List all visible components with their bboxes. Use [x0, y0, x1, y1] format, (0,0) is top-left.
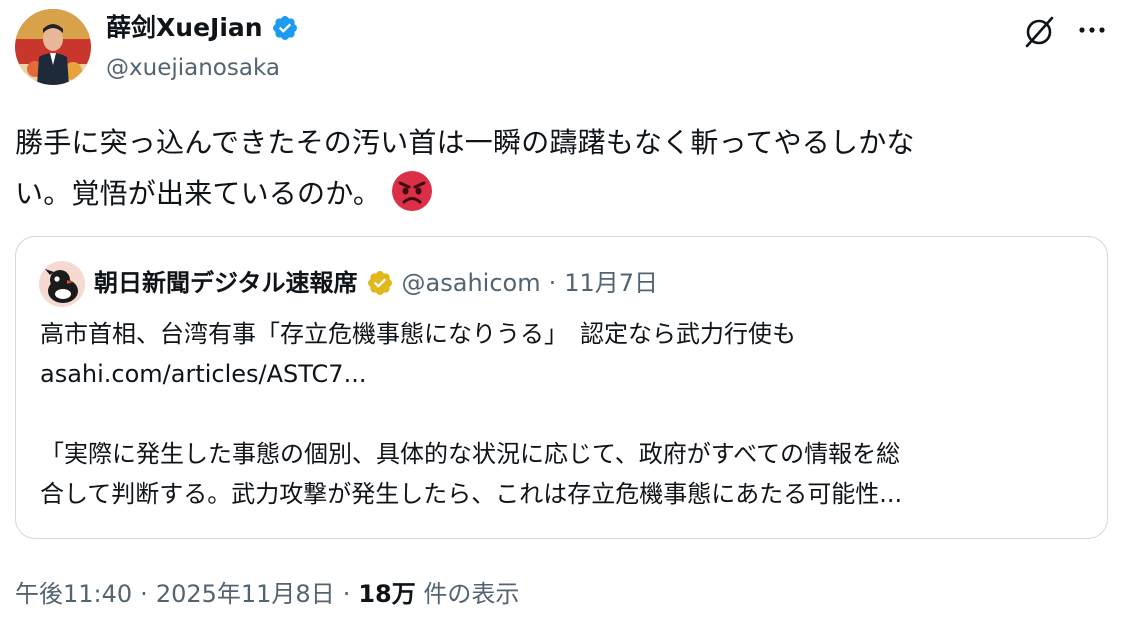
- author-name-text[interactable]: 薛剑XueJian: [106, 12, 263, 44]
- quote-text: 高市首相、台湾有事「存立危機事態になりうる」 認定なら武力行使も asahi.c…: [40, 314, 1095, 514]
- quote-author-handle[interactable]: @asahicom: [402, 266, 541, 300]
- tweet-time[interactable]: 午後11:40: [15, 580, 132, 608]
- author-handle[interactable]: @xuejianosaka: [106, 52, 280, 84]
- quoted-tweet-card[interactable]: 朝日新聞デジタル速報席 @asahicom · 11月7日 高市首相、台湾有事「…: [15, 236, 1108, 539]
- quote-avatar[interactable]: [39, 261, 85, 307]
- more-icon[interactable]: [1072, 15, 1112, 45]
- tweet-detail: 薛剑XueJian @xuejianosaka 勝手に突っ込んできたその汚い首は…: [0, 0, 1136, 623]
- quote-text-line: 「実際に発生した事態の個別、具体的な状況に応じて、政府がすべての情報を総: [40, 440, 901, 468]
- quote-header: 朝日新聞デジタル速報席 @asahicom · 11月7日: [94, 266, 658, 300]
- tweet-text-line-content: い。覚悟が出来ているのか。: [15, 177, 382, 210]
- grok-icon[interactable]: [1022, 15, 1056, 49]
- author-avatar[interactable]: [15, 9, 91, 85]
- views-label: 件の表示: [423, 580, 520, 608]
- quote-author-name[interactable]: 朝日新聞デジタル速報席: [94, 266, 358, 300]
- quote-date[interactable]: 11月7日: [564, 266, 658, 300]
- separator-dot: ·: [140, 580, 148, 608]
- verified-organization-badge-icon: [366, 269, 394, 297]
- separator-dot: ·: [342, 580, 351, 608]
- tweet-metadata: 午後11:40 · 2025年11月8日 · 18万 件の表示: [15, 576, 519, 612]
- tweet-date[interactable]: 2025年11月8日: [156, 580, 335, 608]
- author-name[interactable]: 薛剑XueJian: [106, 12, 299, 44]
- quote-text-line: 合して判断する。武力攻撃が発生したら、これは存立危機事態にあたる可能性...: [40, 480, 903, 508]
- tweet-text: 勝手に突っ込んできたその汚い首は一瞬の躊躇もなく斬ってやるしかな い。覚悟が出来…: [15, 117, 1090, 219]
- quote-text-line: 高市首相、台湾有事「存立危機事態になりうる」 認定なら武力行使も: [40, 320, 796, 348]
- separator-dot: ·: [548, 269, 557, 297]
- views-count[interactable]: 18万: [358, 580, 415, 608]
- tweet-text-line: い。覚悟が出来ているのか。: [15, 168, 1090, 219]
- quote-link: asahi.com/articles/ASTC7...: [40, 360, 367, 388]
- tweet-text-line: 勝手に突っ込んできたその汚い首は一瞬の躊躇もなく斬ってやるしかな: [15, 126, 915, 159]
- verified-badge-icon: [271, 14, 299, 42]
- angry-face-icon: [391, 170, 433, 212]
